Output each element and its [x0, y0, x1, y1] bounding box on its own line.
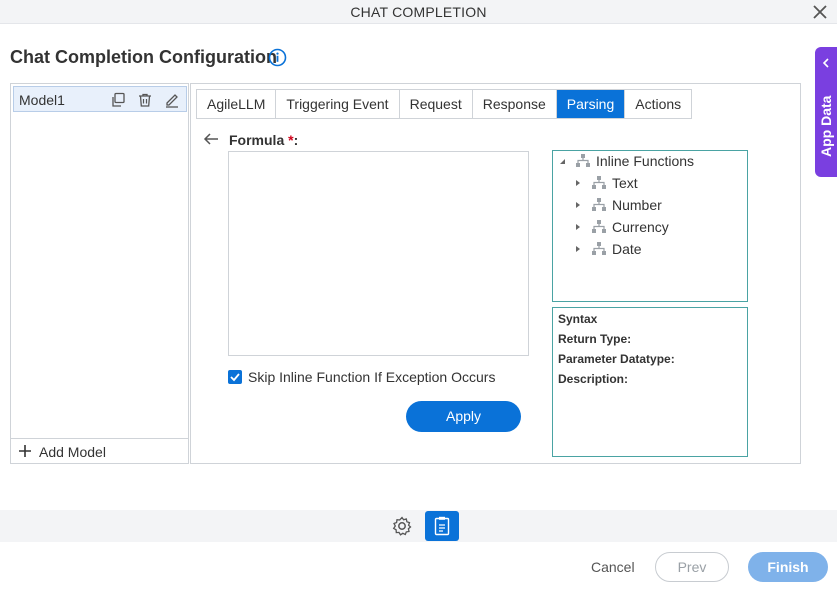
back-arrow-icon[interactable]	[203, 132, 219, 146]
add-model-button[interactable]: Add Model	[11, 438, 188, 463]
checkbox-checked[interactable]	[228, 370, 242, 384]
formula-label-text: Formula	[229, 132, 285, 148]
expanded-arrow-icon[interactable]	[557, 156, 567, 166]
tree-node-label: Number	[612, 197, 662, 213]
tab-response[interactable]: Response	[472, 90, 557, 118]
document-icon	[434, 516, 450, 536]
hierarchy-icon	[592, 242, 606, 255]
collapsed-arrow-icon[interactable]	[573, 244, 583, 254]
page-title: Chat Completion Configuration	[10, 47, 277, 67]
skip-exception-label: Skip Inline Function If Exception Occurs	[248, 369, 496, 385]
syntax-label: Syntax	[558, 312, 598, 326]
prev-button[interactable]: Prev	[655, 552, 729, 582]
delete-icon[interactable]	[137, 92, 153, 108]
window-title: CHAT COMPLETION	[350, 4, 487, 20]
description-label: Description:	[558, 372, 629, 386]
model-row[interactable]: Model1	[13, 86, 187, 112]
collapsed-arrow-icon[interactable]	[573, 222, 583, 232]
tree-node-label: Inline Functions	[596, 153, 695, 169]
edit-icon[interactable]	[164, 92, 180, 108]
apply-button[interactable]: Apply	[406, 401, 521, 432]
tab-agilellm[interactable]: AgileLLM	[197, 90, 277, 118]
syntax-info-box: Syntax Return Type: Parameter Datatype: …	[552, 307, 748, 457]
bottom-toolbar	[0, 510, 837, 542]
finish-button[interactable]: Finish	[748, 552, 828, 582]
tab-bar: AgileLLM Triggering Event Request Respon…	[196, 89, 693, 119]
tree-node-label: Date	[612, 241, 642, 257]
parameter-datatype-label: Parameter Datatype:	[558, 352, 675, 366]
hierarchy-icon	[592, 198, 606, 211]
tree-node-inline-functions[interactable]: Inline Functions	[557, 151, 694, 171]
app-data-tab[interactable]: App Data	[815, 47, 837, 177]
info-icon[interactable]	[268, 48, 287, 67]
cancel-button[interactable]: Cancel	[591, 559, 635, 575]
tab-parsing[interactable]: Parsing	[556, 90, 626, 118]
add-model-label: Add Model	[39, 444, 106, 460]
collapsed-arrow-icon[interactable]	[573, 178, 583, 188]
tab-request[interactable]: Request	[399, 90, 473, 118]
tree-node-number[interactable]: Number	[573, 195, 662, 215]
formula-input[interactable]	[228, 151, 529, 356]
tree-node-currency[interactable]: Currency	[573, 217, 669, 237]
hierarchy-icon	[592, 220, 606, 233]
formula-label: Formula *:	[229, 132, 298, 148]
plus-icon	[19, 445, 31, 457]
hierarchy-icon	[576, 154, 590, 167]
app-data-label: App Data	[818, 95, 834, 157]
gear-icon[interactable]	[391, 515, 413, 537]
formula-label-colon: :	[293, 132, 299, 148]
hierarchy-icon	[592, 176, 606, 189]
tree-node-label: Currency	[612, 219, 669, 235]
title-bar: CHAT COMPLETION	[0, 0, 837, 24]
tree-node-text[interactable]: Text	[573, 173, 638, 193]
skip-exception-checkbox[interactable]: Skip Inline Function If Exception Occurs	[228, 368, 495, 386]
tab-actions[interactable]: Actions	[625, 90, 692, 118]
document-button[interactable]	[425, 511, 459, 541]
tree-node-label: Text	[612, 175, 638, 191]
check-icon	[230, 373, 240, 382]
model-name: Model1	[19, 92, 65, 108]
copy-icon[interactable]	[110, 92, 126, 108]
chevron-left-icon	[822, 58, 829, 68]
tree-node-date[interactable]: Date	[573, 239, 642, 259]
inline-functions-tree: Inline Functions Text Number Currency Da…	[552, 150, 748, 302]
model-list-panel: Model1 Add Model	[10, 83, 189, 464]
close-icon[interactable]	[811, 3, 829, 21]
collapsed-arrow-icon[interactable]	[573, 200, 583, 210]
configuration-panel: AgileLLM Triggering Event Request Respon…	[190, 83, 801, 464]
return-type-label: Return Type:	[558, 332, 632, 346]
tab-triggering-event[interactable]: Triggering Event	[276, 90, 400, 118]
